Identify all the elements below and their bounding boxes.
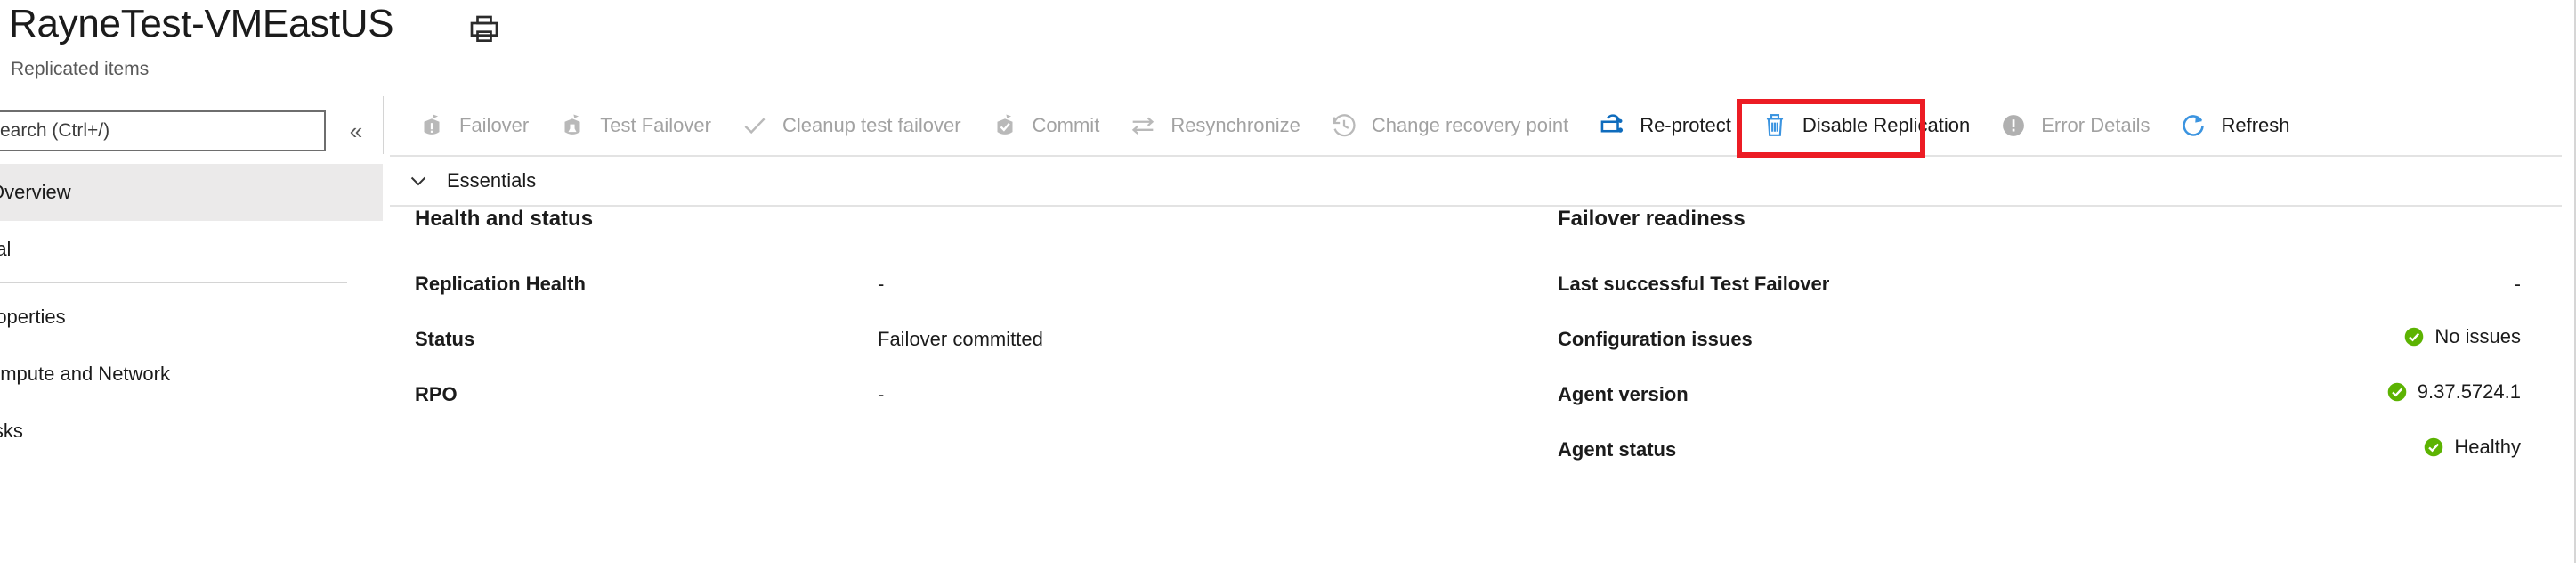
- row-label: Replication Health: [415, 273, 586, 295]
- trash-icon: [1760, 110, 1790, 141]
- re-protect-button[interactable]: Re-protect: [1583, 96, 1746, 155]
- row-label: Agent version: [1558, 383, 1689, 405]
- table-row: Status Failover committed: [415, 312, 1198, 367]
- sidebar-item-label: roperties: [0, 306, 66, 328]
- sidebar-item-disks[interactable]: isks: [0, 403, 390, 460]
- row-value: -: [878, 383, 885, 405]
- resource-menu-pane: « Overview ral roperties ompute and Netw…: [0, 96, 390, 563]
- commit-icon: [990, 110, 1020, 141]
- command-label: Re-protect: [1640, 114, 1731, 136]
- cleanup-test-failover-button[interactable]: Cleanup test failover: [725, 96, 976, 155]
- breadcrumb: Replicated items: [11, 59, 150, 79]
- sidebar-item-properties[interactable]: roperties: [0, 289, 390, 346]
- table-row: RPO -: [415, 367, 1198, 422]
- sidebar-item-label: Overview: [0, 181, 71, 203]
- error-details-button[interactable]: Error Details: [1984, 96, 2164, 155]
- sidebar-item-compute-and-network[interactable]: ompute and Network: [0, 346, 390, 403]
- row-value: 9.37.5724.1: [2417, 380, 2521, 403]
- command-label: Test Failover: [600, 114, 711, 136]
- failover-readiness-table: Last successful Test Failover - Configur…: [1558, 257, 2537, 477]
- success-check-icon: [2386, 380, 2409, 404]
- essentials-content: Health and status Replication Health - S…: [390, 207, 2562, 563]
- print-icon[interactable]: [466, 12, 502, 48]
- sidebar-item-label: ral: [0, 238, 12, 260]
- search-row: «: [0, 110, 390, 157]
- row-value: Failover committed: [878, 328, 1043, 350]
- clock-history-icon: [1329, 110, 1359, 141]
- command-label: Failover: [459, 114, 530, 136]
- essentials-label: Essentials: [447, 169, 537, 192]
- command-label: Disable Replication: [1802, 114, 1971, 136]
- table-row: Agent status Healthy: [1558, 422, 2537, 477]
- panel-heading: Health and status: [415, 207, 594, 231]
- command-toolbar: Failover Test Failover Cleanup test fail…: [390, 96, 2562, 158]
- sidebar-item-label: ompute and Network: [0, 363, 170, 385]
- resynchronize-icon: [1128, 110, 1158, 141]
- table-row: Last successful Test Failover -: [1558, 257, 2537, 312]
- replicated-item-overview-page: RayneTest-VMEastUS Replicated items « Ov…: [0, 0, 2576, 563]
- success-check-icon: [2422, 436, 2445, 459]
- pane-divider-lower: [383, 216, 384, 563]
- table-row: Configuration issues No issues: [1558, 312, 2537, 367]
- sidebar-item-label: isks: [0, 420, 23, 442]
- search-input[interactable]: [0, 110, 326, 151]
- commit-button[interactable]: Commit: [976, 96, 1114, 155]
- row-value-cell: Healthy: [2056, 422, 2537, 477]
- health-and-status-table: Replication Health - Status Failover com…: [415, 257, 1198, 422]
- row-label: Agent status: [1558, 438, 1677, 461]
- success-check-icon: [2402, 325, 2426, 348]
- row-label: Configuration issues: [1558, 328, 1753, 350]
- refresh-icon: [2178, 110, 2208, 141]
- chevron-down-icon: [406, 168, 431, 193]
- sidebar-divider: [0, 282, 347, 283]
- command-label: Error Details: [2041, 114, 2151, 136]
- row-value-cell: 9.37.5724.1: [2056, 367, 2537, 422]
- change-recovery-point-button[interactable]: Change recovery point: [1315, 96, 1583, 155]
- resource-menu-list: Overview ral roperties ompute and Networ…: [0, 164, 390, 460]
- row-value: Healthy: [2454, 436, 2521, 458]
- disable-replication-button[interactable]: Disable Replication: [1746, 96, 1984, 155]
- page-header: RayneTest-VMEastUS Replicated items: [0, 0, 2576, 96]
- sidebar-item-general[interactable]: ral: [0, 221, 390, 278]
- table-row: Replication Health -: [415, 257, 1198, 312]
- test-failover-button[interactable]: Test Failover: [543, 96, 725, 155]
- table-row: Agent version 9.37.5724.1: [1558, 367, 2537, 422]
- pane-divider: [383, 96, 384, 154]
- resynchronize-button[interactable]: Resynchronize: [1114, 96, 1315, 155]
- command-label: Commit: [1032, 114, 1100, 136]
- test-failover-icon: [557, 110, 587, 141]
- page-title: RayneTest-VMEastUS: [9, 2, 394, 45]
- row-value-cell: No issues: [2056, 312, 2537, 367]
- command-label: Cleanup test failover: [782, 114, 961, 136]
- failover-button[interactable]: Failover: [402, 96, 543, 155]
- row-label: RPO: [415, 383, 458, 405]
- refresh-button[interactable]: Refresh: [2164, 96, 2304, 155]
- row-label: Status: [415, 328, 475, 350]
- row-value: -: [878, 273, 885, 295]
- command-label: Resynchronize: [1171, 114, 1300, 136]
- checkmark-icon: [740, 110, 770, 141]
- failover-icon: [417, 110, 447, 141]
- essentials-toggle[interactable]: Essentials: [390, 157, 2562, 207]
- row-value: -: [2514, 273, 2521, 295]
- error-circle-icon: [1998, 110, 2029, 141]
- command-label: Refresh: [2221, 114, 2290, 136]
- row-label: Last successful Test Failover: [1558, 273, 1830, 295]
- collapse-menu-icon[interactable]: «: [341, 116, 371, 146]
- row-value: No issues: [2434, 325, 2521, 347]
- re-protect-icon: [1597, 110, 1627, 141]
- sidebar-item-overview[interactable]: Overview: [0, 164, 383, 221]
- command-label: Change recovery point: [1371, 114, 1569, 136]
- panel-heading: Failover readiness: [1558, 207, 1746, 231]
